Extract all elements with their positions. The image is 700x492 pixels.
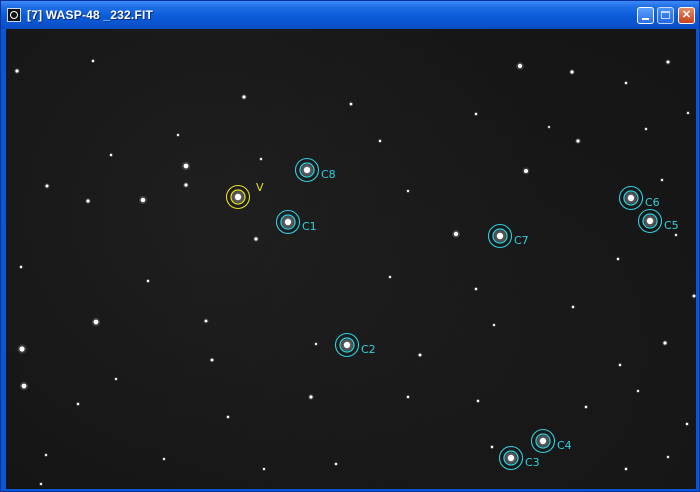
star — [660, 178, 664, 182]
aperture-marker-c8[interactable]: C8 — [294, 157, 336, 183]
aperture-label: C1 — [302, 220, 317, 233]
star — [39, 482, 43, 486]
title-bar[interactable]: [7] WASP-48 _232.FIT ✕ — [1, 1, 699, 29]
star — [674, 233, 678, 237]
star — [476, 399, 480, 403]
aperture-marker-c3[interactable]: C3 — [498, 445, 540, 471]
aperture-label: C8 — [321, 168, 336, 181]
star — [19, 346, 25, 352]
aperture-label: C4 — [557, 439, 572, 452]
star — [492, 323, 496, 327]
star — [686, 111, 690, 115]
star — [490, 445, 494, 449]
aperture-marker-c5[interactable]: C5 — [637, 208, 679, 234]
star — [418, 353, 422, 357]
star — [44, 453, 48, 457]
window-title: [7] WASP-48 _232.FIT — [27, 8, 154, 22]
star — [666, 60, 670, 64]
image-window: [7] WASP-48 _232.FIT ✕ V C8 C1 C7 C6 C5 C2 C4 C3 — [0, 0, 700, 492]
star — [548, 126, 550, 128]
aperture-label: C5 — [664, 219, 679, 232]
star — [15, 69, 19, 73]
star — [86, 199, 90, 203]
star — [91, 59, 95, 63]
app-icon[interactable] — [7, 8, 21, 22]
star — [624, 467, 628, 471]
star — [262, 467, 266, 471]
star — [474, 112, 478, 116]
aperture-label: C3 — [525, 456, 540, 469]
star — [616, 257, 620, 261]
star — [474, 287, 478, 291]
star — [636, 389, 640, 393]
star — [692, 294, 696, 298]
star — [334, 462, 338, 466]
star — [76, 402, 80, 406]
star — [570, 70, 574, 74]
star — [210, 358, 214, 362]
star — [378, 139, 382, 143]
aperture-label: C7 — [514, 234, 529, 247]
maximize-button[interactable] — [657, 7, 674, 24]
aperture-label: V — [256, 181, 264, 194]
star-field[interactable]: V C8 C1 C7 C6 C5 C2 C4 C3 — [6, 29, 696, 489]
star — [114, 377, 118, 381]
aperture-label: C2 — [361, 343, 376, 356]
close-button[interactable]: ✕ — [678, 7, 695, 24]
star — [517, 63, 523, 69]
aperture-marker-c7[interactable]: C7 — [487, 223, 529, 249]
aperture-marker-c1[interactable]: C1 — [275, 209, 317, 235]
star — [183, 163, 189, 169]
star — [349, 102, 353, 106]
star — [204, 319, 208, 323]
star — [254, 237, 258, 241]
star — [406, 395, 410, 399]
star — [162, 457, 166, 461]
aperture-marker-v[interactable]: V — [225, 181, 265, 210]
star — [644, 127, 648, 131]
star — [109, 153, 113, 157]
star — [309, 395, 313, 399]
star — [19, 265, 23, 269]
star — [93, 319, 99, 325]
star — [21, 383, 27, 389]
star — [571, 305, 575, 309]
star — [666, 455, 670, 459]
star — [576, 139, 580, 143]
aperture-label: C6 — [645, 196, 660, 209]
star — [524, 169, 528, 173]
star — [618, 363, 622, 367]
star — [453, 231, 459, 237]
fits-image-canvas[interactable]: V C8 C1 C7 C6 C5 C2 C4 C3 — [6, 29, 696, 489]
star — [226, 415, 230, 419]
star — [663, 341, 667, 345]
aperture-marker-c4[interactable]: C4 — [530, 428, 572, 454]
star — [584, 405, 588, 409]
minimize-button[interactable] — [637, 7, 654, 24]
star — [314, 342, 318, 346]
star — [242, 95, 246, 99]
star — [45, 184, 49, 188]
star — [685, 422, 689, 426]
aperture-marker-c2[interactable]: C2 — [334, 332, 376, 358]
star — [184, 183, 188, 187]
star — [406, 189, 410, 193]
star — [146, 279, 150, 283]
star — [259, 157, 263, 161]
star — [624, 81, 628, 85]
star — [176, 133, 180, 137]
star — [388, 275, 392, 279]
star — [140, 197, 146, 203]
aperture-marker-c6[interactable]: C6 — [618, 185, 660, 211]
